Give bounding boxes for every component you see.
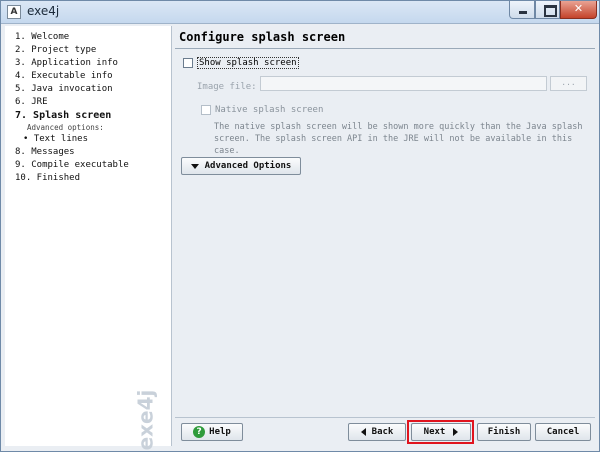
show-splash-checkbox[interactable] [183, 58, 193, 68]
step-messages[interactable]: 8. Messages [15, 146, 129, 159]
watermark-text: exe4j [133, 389, 158, 451]
back-button[interactable]: Back [348, 423, 406, 441]
window-title: exe4j [27, 4, 60, 18]
title-bar[interactable]: A exe4j ✕ [1, 1, 599, 24]
steps-sidebar: 1. Welcome 2. Project type 3. Applicatio… [5, 26, 172, 450]
advanced-options-label: Advanced options: [27, 123, 104, 132]
image-file-label: Image file: [197, 82, 257, 92]
exe4j-watermark: exe4j [133, 378, 167, 468]
footer-divider [175, 417, 595, 418]
triangle-down-icon [190, 163, 199, 169]
show-splash-row[interactable]: Show splash screen [183, 57, 299, 69]
main-panel: Configure splash screen Show splash scre… [172, 26, 597, 416]
step-splash-screen[interactable]: 7. Splash screen [15, 109, 129, 122]
steps-list: 1. Welcome 2. Project type 3. Applicatio… [15, 31, 129, 185]
step-finished[interactable]: 10. Finished [15, 172, 129, 185]
title-divider [175, 48, 595, 49]
maximize-button[interactable] [535, 1, 560, 19]
app-icon: A [7, 5, 21, 19]
cancel-label: Cancel [546, 427, 580, 437]
advanced-options-label: Advanced Options [204, 161, 292, 171]
step-compile-executable[interactable]: 9. Compile executable [15, 159, 129, 172]
page-title: Configure splash screen [179, 30, 346, 44]
exe4j-window: A exe4j ✕ 1. Welcome 2. Project type 3. … [0, 0, 600, 452]
finish-label: Finish [487, 427, 521, 437]
help-icon: ? [193, 426, 206, 438]
close-icon: ✕ [573, 2, 584, 15]
step-java-invocation[interactable]: 5. Java invocation [15, 83, 129, 96]
show-splash-label[interactable]: Show splash screen [197, 57, 299, 69]
step-project-type[interactable]: 2. Project type [15, 44, 129, 57]
back-arrow-icon [360, 428, 366, 436]
close-button[interactable]: ✕ [560, 1, 597, 19]
native-splash-label: Native splash screen [215, 105, 324, 115]
native-splash-row[interactable]: Native splash screen [201, 105, 323, 115]
help-label: Help [209, 427, 231, 437]
cancel-button[interactable]: Cancel [535, 423, 591, 441]
next-button-highlight [407, 420, 474, 444]
minimize-button[interactable] [509, 1, 535, 19]
back-label: Back [371, 427, 394, 437]
step-text-lines[interactable]: • Text lines [15, 133, 129, 146]
help-button[interactable]: ? Help [181, 423, 243, 441]
image-file-input[interactable] [260, 76, 547, 91]
step-welcome[interactable]: 1. Welcome [15, 31, 129, 44]
advanced-options-button[interactable]: Advanced Options [181, 157, 301, 175]
minimize-icon [519, 11, 527, 14]
native-splash-checkbox[interactable] [201, 105, 211, 115]
step-executable-info[interactable]: 4. Executable info [15, 70, 129, 83]
browse-button[interactable]: ... [550, 76, 587, 91]
finish-button[interactable]: Finish [477, 423, 531, 441]
maximize-icon [544, 5, 557, 17]
native-splash-description: The native splash screen will be shown m… [214, 122, 583, 156]
step-jre[interactable]: 6. JRE [15, 96, 129, 109]
step-application-info[interactable]: 3. Application info [15, 57, 129, 70]
